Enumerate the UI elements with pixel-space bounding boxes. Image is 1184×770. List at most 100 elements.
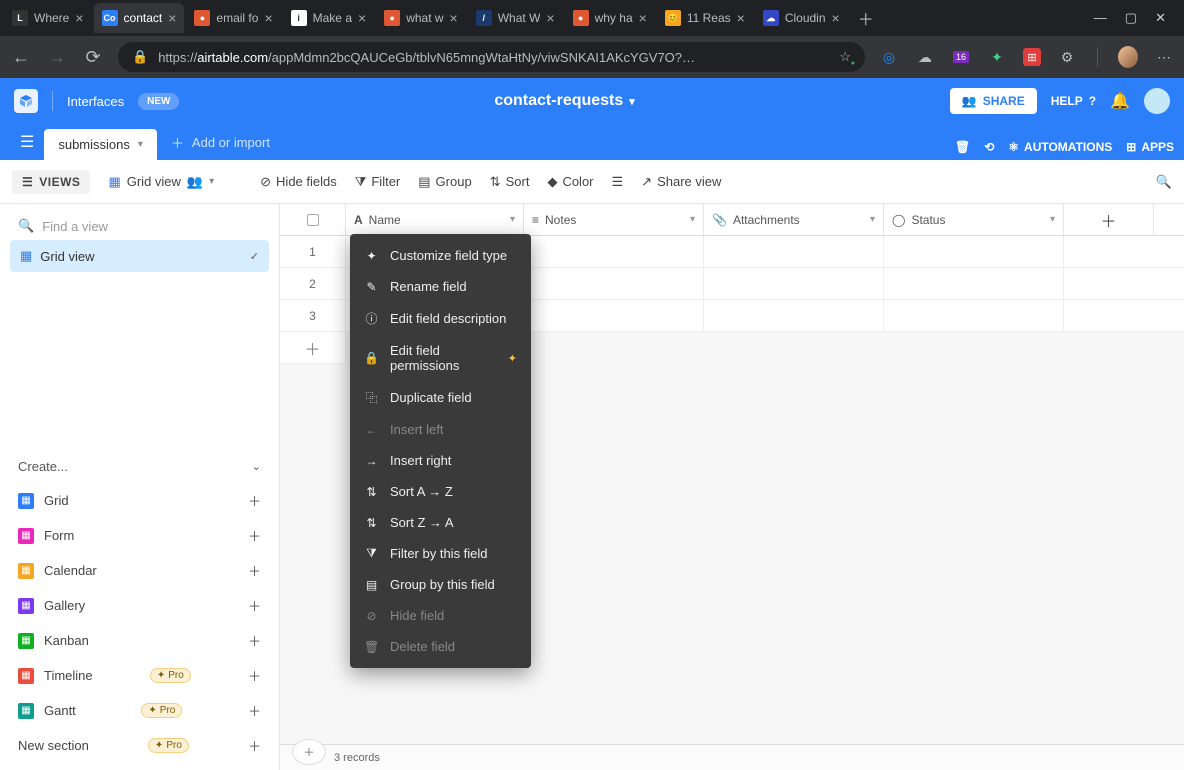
add-or-import-button[interactable]: ＋ Add or import [157, 125, 284, 160]
chevron-down-icon[interactable]: ▾ [690, 214, 695, 225]
select-all-checkbox[interactable] [280, 204, 346, 235]
create-view-timeline[interactable]: ▦Timeline✦Pro＋ [10, 659, 269, 692]
add-field-button[interactable]: ＋ [1064, 204, 1154, 235]
plus-icon[interactable]: ＋ [248, 631, 261, 650]
menu-item-filter-by-this-field[interactable]: ⧩Filter by this field [350, 538, 531, 569]
tab-close-icon[interactable]: × [639, 10, 647, 26]
new-section-button[interactable]: New section✦Pro＋ [10, 729, 269, 762]
browser-tab[interactable]: Cocontact× [94, 3, 185, 33]
search-icon[interactable]: 🔍 [1156, 174, 1172, 190]
tab-close-icon[interactable]: × [546, 10, 554, 26]
filter-button[interactable]: ⧩Filter [355, 174, 401, 190]
cell[interactable] [884, 236, 1064, 267]
nav-reload-icon[interactable]: ⟳ [82, 47, 104, 68]
browser-tab[interactable]: ●why ha× [565, 3, 655, 33]
tab-close-icon[interactable]: × [450, 10, 458, 26]
table-tab-submissions[interactable]: submissions ▾ [44, 129, 157, 160]
share-view-button[interactable]: ↗Share view [641, 174, 721, 190]
create-view-gantt[interactable]: ▦Gantt✦Pro＋ [10, 694, 269, 727]
window-close-icon[interactable]: ✕ [1155, 10, 1166, 26]
trash-icon[interactable]: 🗑 [955, 140, 970, 154]
browser-tab[interactable]: /What W× [468, 3, 563, 33]
hamburger-icon[interactable]: ☰ [10, 124, 44, 160]
share-button[interactable]: 👥 SHARE [950, 88, 1037, 114]
window-maximize-icon[interactable]: ▢ [1125, 10, 1137, 26]
tab-close-icon[interactable]: × [358, 10, 366, 26]
sidebar-view-grid[interactable]: ▦ Grid view ✓ [10, 240, 269, 272]
profile-avatar-icon[interactable] [1118, 47, 1138, 67]
browser-tab[interactable]: iMake a× [283, 3, 375, 33]
browser-tab[interactable]: 😊11 Reas× [657, 3, 753, 33]
browser-tab[interactable]: ●what w× [376, 3, 466, 33]
nav-back-icon[interactable]: ← [10, 47, 32, 68]
tab-close-icon[interactable]: × [264, 10, 272, 26]
row-height-button[interactable]: ☰ [612, 174, 624, 190]
cell[interactable] [704, 300, 884, 331]
interfaces-link[interactable]: Interfaces [67, 94, 124, 109]
airtable-logo-icon[interactable] [14, 89, 38, 113]
create-view-grid[interactable]: ▦Grid＋ [10, 484, 269, 517]
add-row-button[interactable]: ＋ [280, 332, 346, 364]
cell[interactable] [884, 300, 1064, 331]
ext-red-icon[interactable]: ⊞ [1023, 48, 1041, 66]
ext-cloud-icon[interactable]: ☁ [915, 47, 935, 67]
plus-icon[interactable]: ＋ [248, 666, 261, 685]
find-view-input[interactable]: 🔍 Find a view [10, 212, 269, 240]
column-header-attachments[interactable]: 📎 Attachments ▾ [704, 204, 884, 235]
create-section-header[interactable]: Create... ⌄ [10, 449, 269, 484]
views-button[interactable]: ☰ VIEWS [12, 170, 90, 194]
cell[interactable] [524, 268, 704, 299]
cell[interactable] [704, 236, 884, 267]
add-record-fab[interactable]: ＋ [292, 739, 326, 765]
tab-close-icon[interactable]: × [75, 10, 83, 26]
bell-icon[interactable]: 🔔 [1110, 91, 1130, 111]
menu-item-insert-right[interactable]: →Insert right [350, 445, 531, 476]
tab-close-icon[interactable]: × [168, 10, 176, 26]
ext-1password-icon[interactable]: ◎ [879, 47, 899, 67]
column-header-name[interactable]: A Name ▾ [346, 204, 524, 235]
menu-item-sort-z-a[interactable]: ⇅Sort Z → A [350, 507, 531, 538]
url-field[interactable]: 🔒 https://airtable.com/appMdmn2bcQAUCeGb… [118, 42, 865, 72]
create-view-calendar[interactable]: ▦Calendar＋ [10, 554, 269, 587]
chevron-down-icon[interactable]: ▾ [870, 214, 875, 225]
plus-icon[interactable]: ＋ [248, 491, 261, 510]
sort-button[interactable]: ⇅Sort [490, 174, 530, 190]
browser-menu-icon[interactable]: ⋯ [1154, 47, 1174, 67]
browser-tab[interactable]: ☁Cloudin× [755, 3, 848, 33]
hide-fields-button[interactable]: ⊘Hide fields [260, 174, 337, 190]
plus-icon[interactable]: ＋ [248, 561, 261, 580]
chevron-down-icon[interactable]: ▾ [510, 214, 515, 225]
base-name[interactable]: contact-requests ▾ [494, 92, 634, 110]
menu-item-rename-field[interactable]: ✎Rename field [350, 271, 531, 302]
cell[interactable] [704, 268, 884, 299]
menu-item-group-by-this-field[interactable]: ▤Group by this field [350, 569, 531, 600]
cell[interactable] [524, 236, 704, 267]
ext-star-icon[interactable]: ✦ [987, 47, 1007, 67]
tab-close-icon[interactable]: × [832, 10, 840, 26]
current-view-button[interactable]: ▦ Grid view 👥 ▾ [108, 174, 214, 190]
history-icon[interactable]: ⟲ [984, 140, 994, 154]
browser-tab[interactable]: ●email fo× [186, 3, 280, 33]
column-header-notes[interactable]: ≡ Notes ▾ [524, 204, 704, 235]
group-button[interactable]: ▤Group [418, 174, 471, 190]
automations-button[interactable]: ⚛AUTOMATIONS [1008, 140, 1112, 154]
column-header-status[interactable]: ◯ Status ▾ [884, 204, 1064, 235]
apps-button[interactable]: ⊞APPS [1126, 140, 1174, 154]
nav-forward-icon[interactable]: → [46, 47, 68, 68]
plus-icon[interactable]: ＋ [248, 736, 261, 755]
menu-item-duplicate-field[interactable]: ⿻Duplicate field [350, 381, 531, 414]
create-view-kanban[interactable]: ▦Kanban＋ [10, 624, 269, 657]
color-button[interactable]: ◆Color [547, 174, 593, 190]
cell[interactable] [524, 300, 704, 331]
plus-icon[interactable]: ＋ [248, 526, 261, 545]
create-view-form[interactable]: ▦Form＋ [10, 519, 269, 552]
tab-close-icon[interactable]: × [737, 10, 745, 26]
new-tab-button[interactable]: ＋ [850, 2, 882, 34]
menu-item-edit-field-permissions[interactable]: 🔒Edit field permissions✦ [350, 335, 531, 381]
bookmark-icon[interactable]: ☆● [839, 49, 851, 65]
window-minimize-icon[interactable]: — [1094, 10, 1107, 26]
menu-item-edit-field-description[interactable]: ⓘEdit field description [350, 302, 531, 335]
user-avatar-icon[interactable] [1144, 88, 1170, 114]
ext-badge-icon[interactable]: 16 [951, 47, 971, 67]
cell[interactable] [884, 268, 1064, 299]
